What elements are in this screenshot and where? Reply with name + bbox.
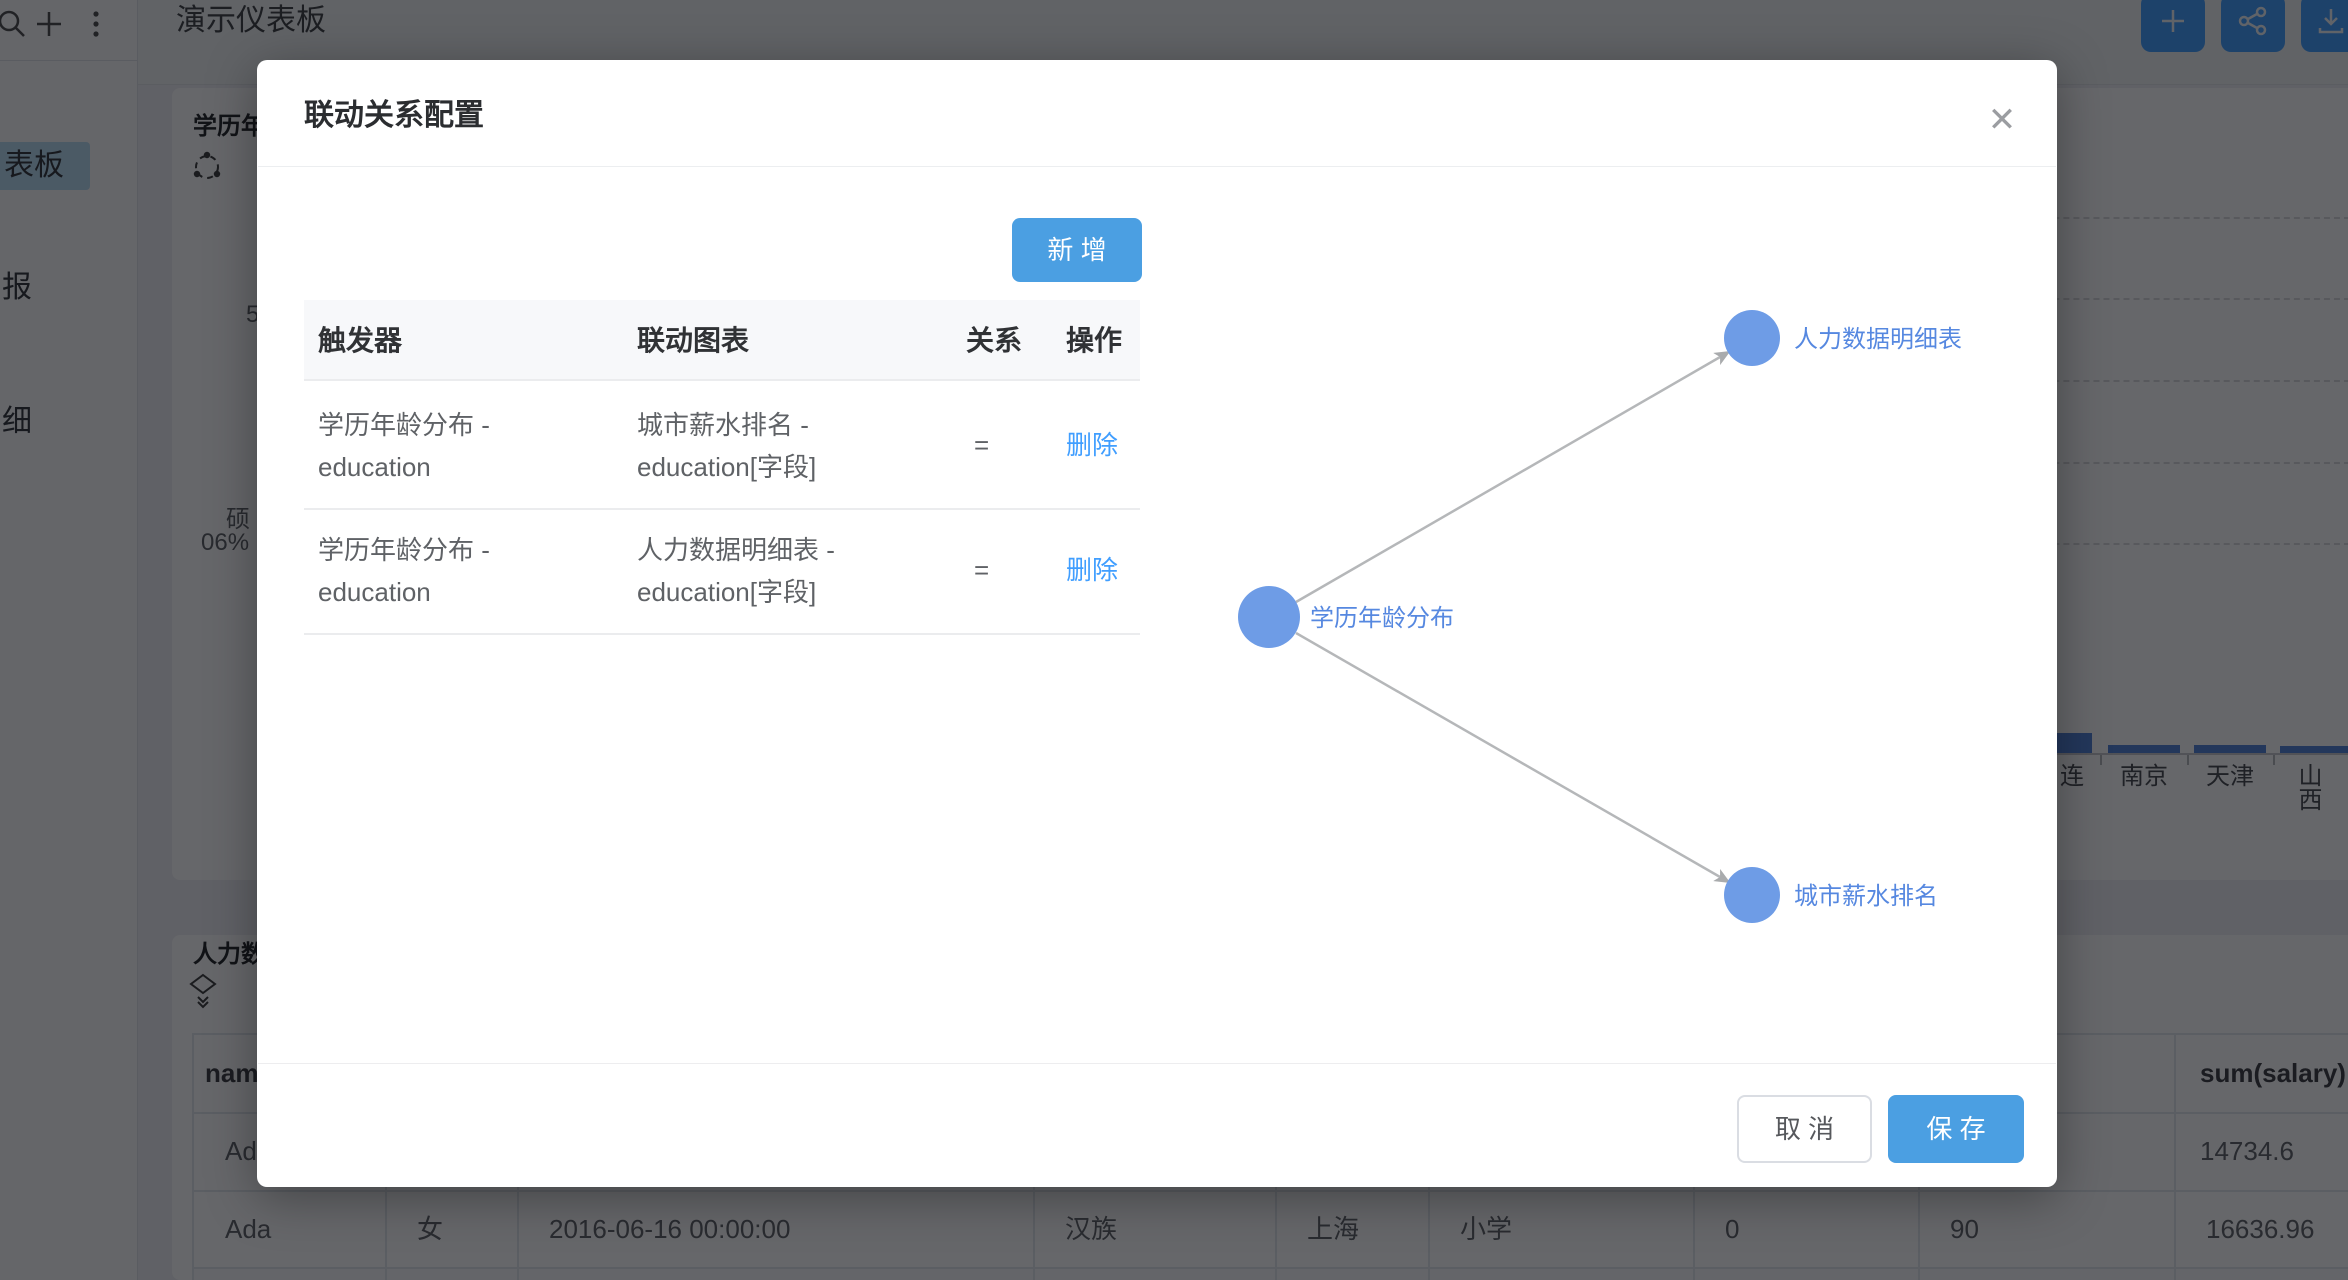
relation-cell: = bbox=[974, 557, 989, 583]
header-linked-chart: 联动图表 bbox=[637, 327, 749, 355]
modal-footer-divider bbox=[258, 1063, 2056, 1064]
trigger-cell: 学历年龄分布 - education bbox=[318, 529, 618, 613]
svg-text:人力数据明细表: 人力数据明细表 bbox=[1794, 326, 1962, 353]
header-relation: 关系 bbox=[966, 327, 1022, 355]
delete-link[interactable]: 删除 bbox=[1066, 557, 1118, 583]
header-action: 操作 bbox=[1066, 327, 1122, 355]
linked-chart-cell: 城市薪水排名 - education[字段] bbox=[637, 404, 957, 488]
graph-node-target-rank[interactable]: 城市薪水排名 bbox=[1724, 867, 1938, 923]
cancel-button[interactable]: 取 消 bbox=[1737, 1095, 1872, 1163]
save-button[interactable]: 保 存 bbox=[1888, 1095, 2024, 1163]
graph-node-target-detail[interactable]: 人力数据明细表 bbox=[1724, 310, 1962, 366]
close-icon[interactable]: ✕ bbox=[1980, 98, 2024, 142]
graph-edge bbox=[1296, 633, 1727, 881]
linkage-graph: 学历年龄分布 人力数据明细表 城市薪水排名 bbox=[1150, 170, 2050, 1060]
app-root: 演示仪表板 表板 报 细 bbox=[0, 0, 2348, 1280]
table-divider bbox=[304, 633, 1140, 635]
linked-chart-cell: 人力数据明细表 - education[字段] bbox=[637, 529, 957, 613]
delete-link[interactable]: 删除 bbox=[1066, 432, 1118, 458]
svg-text:城市薪水排名: 城市薪水排名 bbox=[1794, 883, 1938, 910]
trigger-cell: 学历年龄分布 - education bbox=[318, 404, 618, 488]
graph-edge bbox=[1296, 353, 1727, 602]
svg-text:学历年龄分布: 学历年龄分布 bbox=[1310, 605, 1454, 632]
table-divider bbox=[304, 508, 1140, 510]
graph-node-source[interactable]: 学历年龄分布 bbox=[1238, 586, 1454, 648]
modal-title: 联动关系配置 bbox=[304, 101, 484, 131]
relation-cell: = bbox=[974, 432, 989, 458]
table-divider bbox=[304, 379, 1140, 381]
header-trigger: 触发器 bbox=[318, 327, 402, 355]
add-linkage-button[interactable]: 新 增 bbox=[1012, 218, 1142, 282]
modal-header-divider bbox=[258, 166, 2056, 167]
